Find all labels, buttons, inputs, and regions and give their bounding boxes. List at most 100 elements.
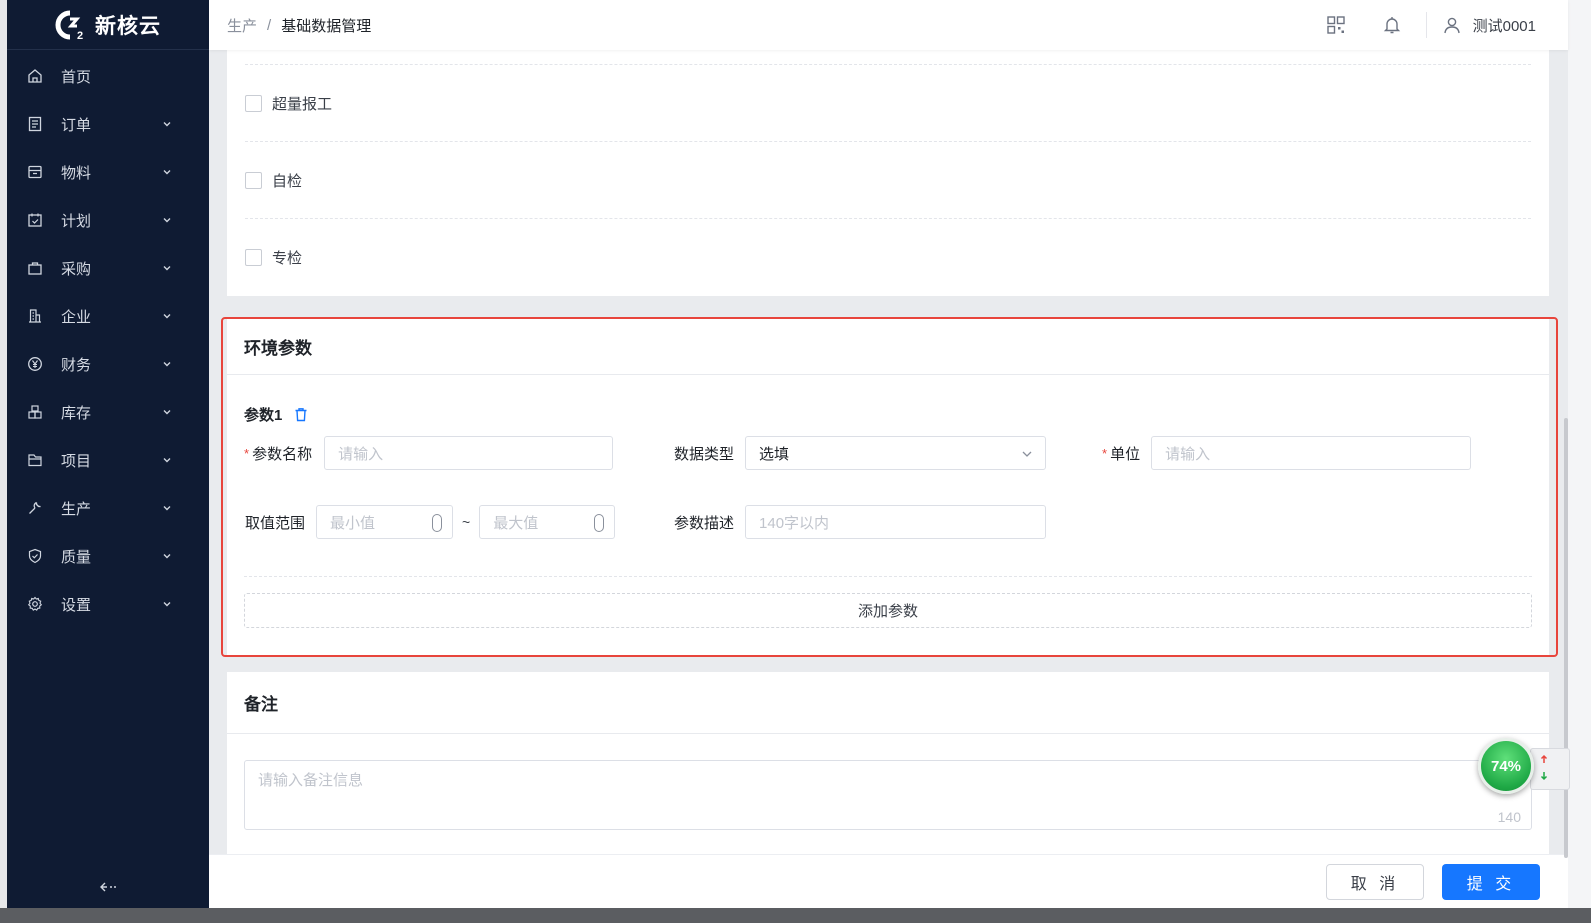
yen-icon — [27, 356, 43, 372]
window-left-edge — [0, 0, 7, 908]
delete-icon[interactable] — [294, 407, 308, 422]
sidebar: 2 新核云 首页 订单 物料 计划 采购 企业 财务 库存 项目 生产 质量 设… — [7, 0, 209, 908]
field-label: 取值范围 — [245, 514, 306, 532]
sidebar-item-inventory[interactable]: 库存 — [7, 388, 209, 436]
user-icon — [1443, 17, 1460, 34]
param-name-field: * 参数名称 请输入 — [244, 436, 614, 470]
sidebar-menu: 首页 订单 物料 计划 采购 企业 财务 库存 项目 生产 质量 设置 — [7, 50, 209, 628]
env-params-card: 环境参数 参数1 * 参数名称 请输入 数据类型 选填 * 单位 请输入 取值范… — [227, 318, 1549, 656]
cancel-button[interactable]: 取 消 — [1326, 863, 1424, 900]
remark-textarea[interactable]: 请输入备注信息 140 — [244, 760, 1532, 830]
wrench-icon — [27, 500, 43, 516]
value-range-field: 取值范围 最小值 ~ 最大值 — [245, 505, 616, 539]
checkbox-label: 自检 — [272, 172, 303, 190]
submit-button[interactable]: 提 交 — [1442, 863, 1540, 900]
sidebar-item-project[interactable]: 项目 — [7, 436, 209, 484]
main-content: 超量报工 自检 专检 环境参数 参数1 * 参数名称 请输入 数据类型 选填 *… — [209, 50, 1568, 854]
material-icon — [27, 164, 43, 180]
sidebar-item-label: 财务 — [61, 356, 92, 374]
checkbox[interactable] — [245, 171, 262, 189]
breadcrumb: 生产 / 基础数据管理 — [227, 15, 371, 36]
qrcode-icon[interactable] — [1326, 15, 1346, 35]
select-value: 选填 — [759, 445, 790, 463]
chevron-down-icon — [163, 602, 171, 607]
checkbox-label: 专检 — [272, 250, 303, 267]
top-header: 生产 / 基础数据管理 测试0001 — [209, 0, 1568, 50]
breadcrumb-item-current: 基础数据管理 — [281, 17, 372, 35]
footer-bar: 取 消 提 交 — [209, 854, 1568, 908]
sidebar-item-material[interactable]: 物料 — [7, 148, 209, 196]
network-speed-panel — [1530, 748, 1570, 790]
building-icon — [27, 308, 43, 324]
sidebar-item-settings[interactable]: 设置 — [7, 580, 209, 628]
checkbox[interactable] — [245, 94, 262, 112]
divider — [244, 576, 1532, 577]
sidebar-item-finance[interactable]: 财务 — [7, 340, 209, 388]
chevron-down-icon — [163, 314, 171, 319]
chevron-down-icon — [163, 362, 171, 367]
sidebar-item-label: 项目 — [61, 452, 92, 470]
scrollbar[interactable] — [1564, 418, 1568, 858]
purchase-bag-icon — [27, 260, 43, 276]
param-name-input[interactable]: 请输入 — [324, 436, 614, 470]
data-type-field: 数据类型 选填 — [674, 436, 1047, 470]
sidebar-item-purchase[interactable]: 采购 — [7, 244, 209, 292]
sidebar-item-label: 首页 — [61, 68, 92, 86]
chevron-down-icon — [163, 218, 171, 223]
section-title: 备注 — [227, 672, 1549, 734]
collapse-sidebar-icon[interactable] — [99, 880, 119, 894]
bell-icon[interactable] — [1382, 15, 1402, 35]
sidebar-item-home[interactable]: 首页 — [7, 52, 209, 100]
network-speed-ball[interactable]: 74% — [1478, 738, 1534, 794]
checkbox[interactable] — [245, 249, 262, 266]
logo[interactable]: 2 新核云 — [7, 0, 209, 50]
unit-field: * 单位 请输入 — [1102, 436, 1472, 470]
sidebar-item-label: 库存 — [61, 404, 92, 422]
chevron-down-icon — [163, 266, 171, 271]
sidebar-item-label: 设置 — [61, 596, 92, 614]
number-stepper-icon[interactable] — [594, 514, 605, 532]
check-row-special-inspect[interactable]: 专检 — [245, 219, 1531, 296]
max-value-placeholder: 最大值 — [493, 514, 539, 532]
shield-check-icon — [27, 548, 43, 564]
window-right-edge — [1568, 0, 1591, 923]
gear-icon — [27, 596, 43, 612]
field-label: 参数名称 — [252, 445, 313, 463]
remark-placeholder: 请输入备注信息 — [258, 772, 364, 789]
checkbox-label: 超量报工 — [272, 95, 333, 113]
sidebar-item-label: 计划 — [61, 212, 92, 230]
check-row-self-inspect[interactable]: 自检 — [245, 142, 1531, 219]
sidebar-item-enterprise[interactable]: 企业 — [7, 292, 209, 340]
chevron-down-icon — [1022, 451, 1032, 457]
logo-text: 新核云 — [95, 14, 161, 38]
min-value-placeholder: 最小值 — [330, 514, 376, 532]
window-bottom-bar — [0, 908, 1591, 923]
max-value-input[interactable]: 最大值 — [479, 505, 616, 539]
field-label: 数据类型 — [674, 445, 735, 463]
param-desc-input[interactable]: 140字以内 — [745, 505, 1047, 539]
sidebar-item-label: 订单 — [61, 116, 92, 134]
chevron-down-icon — [163, 506, 171, 511]
user-menu[interactable]: 测试0001 — [1443, 15, 1536, 36]
sidebar-item-order[interactable]: 订单 — [7, 100, 209, 148]
unit-input[interactable]: 请输入 — [1151, 436, 1472, 470]
min-value-input[interactable]: 最小值 — [316, 505, 454, 539]
field-label: 单位 — [1110, 445, 1141, 463]
sidebar-item-label: 质量 — [61, 548, 92, 566]
check-row-over-report[interactable]: 超量报工 — [245, 65, 1531, 142]
required-mark: * — [244, 445, 250, 461]
add-param-button[interactable]: 添加参数 — [244, 593, 1532, 628]
required-mark: * — [1102, 445, 1108, 461]
breadcrumb-item-production[interactable]: 生产 — [227, 15, 257, 36]
chevron-down-icon — [163, 458, 171, 463]
sidebar-item-plan[interactable]: 计划 — [7, 196, 209, 244]
sidebar-item-production[interactable]: 生产 — [7, 484, 209, 532]
home-icon — [27, 68, 43, 84]
sidebar-item-label: 企业 — [61, 308, 92, 326]
sidebar-item-quality[interactable]: 质量 — [7, 532, 209, 580]
chevron-down-icon — [163, 554, 171, 559]
chevron-down-icon — [163, 410, 171, 415]
upload-download-arrows-icon — [1540, 754, 1548, 781]
data-type-select[interactable]: 选填 — [745, 436, 1047, 470]
number-stepper-icon[interactable] — [432, 514, 443, 532]
